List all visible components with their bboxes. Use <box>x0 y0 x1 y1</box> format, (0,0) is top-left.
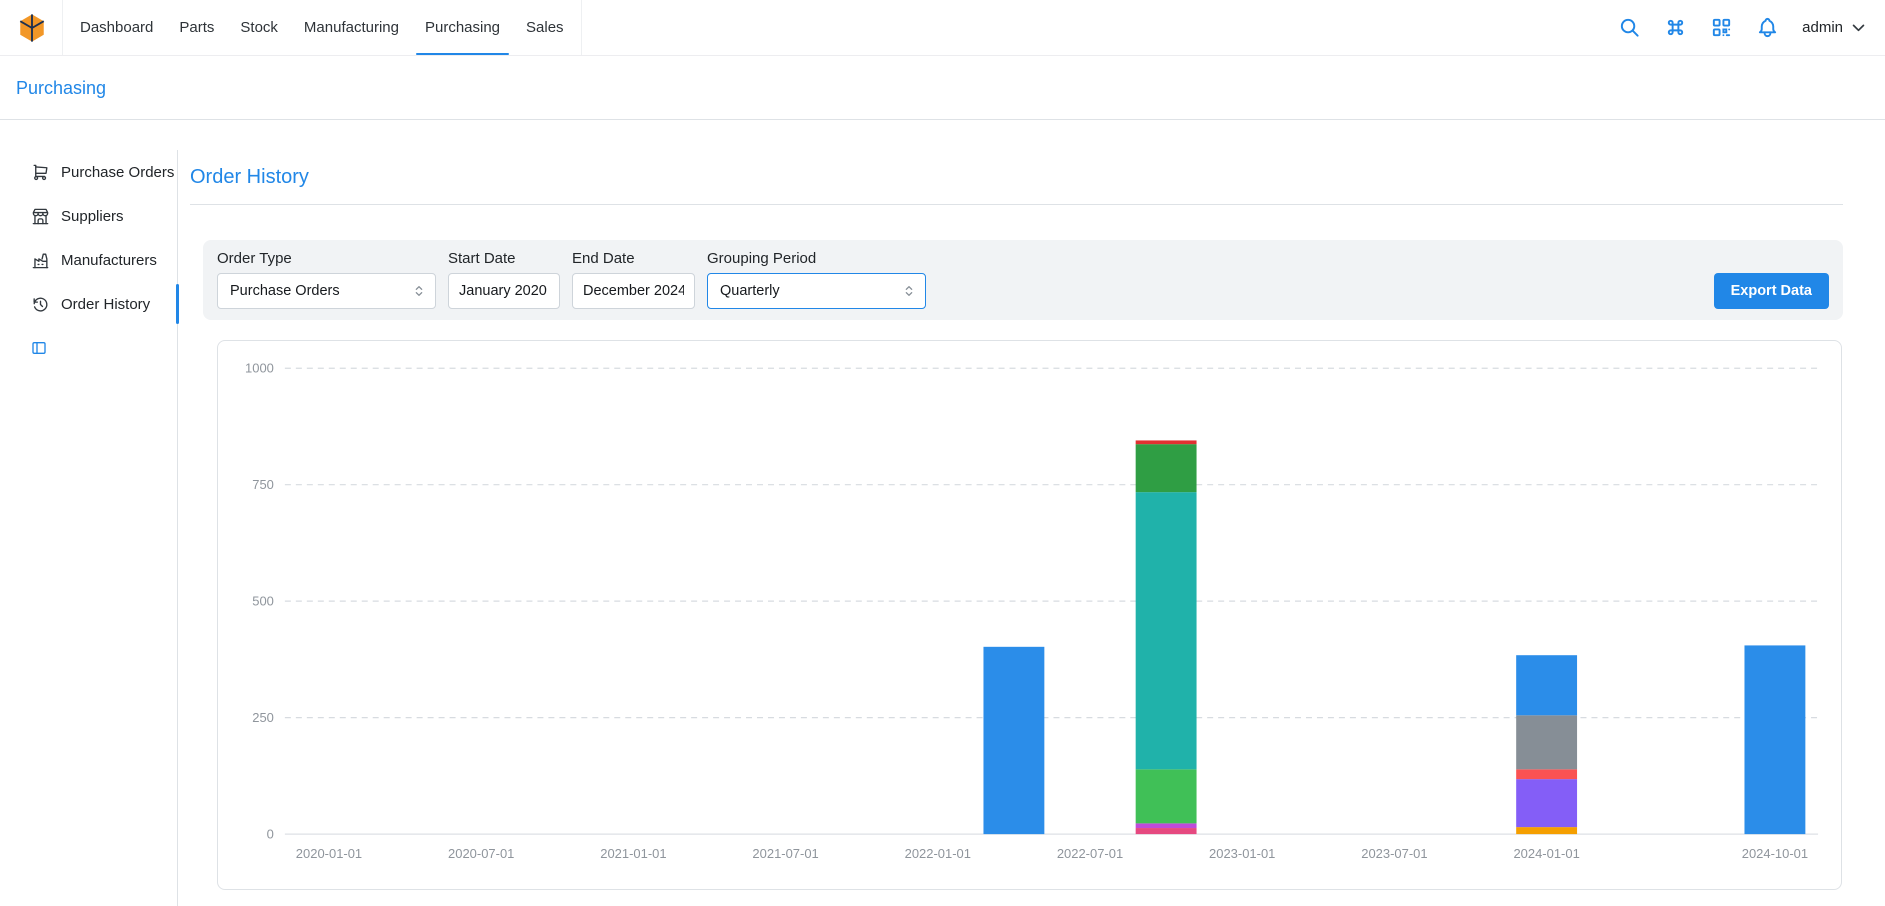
start-date-label: Start Date <box>448 250 560 267</box>
building-factory-icon <box>31 251 50 270</box>
history-clock-icon <box>31 295 50 314</box>
order-type-select[interactable]: Purchase Orders <box>217 273 436 309</box>
main-nav-tabs: Dashboard Parts Stock Manufacturing Purc… <box>62 0 582 55</box>
breadcrumb: Purchasing <box>0 57 1885 120</box>
chart-panel: 0 250 500 750 1000 2020-01-01 2020-07-01 2021-0… <box>217 340 1842 890</box>
purchasing-sidebar: Purchase Orders Suppliers Manufacturers … <box>0 150 178 906</box>
selector-updown-icon <box>411 283 427 299</box>
bar-segment[interactable] <box>1136 828 1197 834</box>
sidebar-item-manufacturers[interactable]: Manufacturers <box>0 238 177 282</box>
tab-purchasing[interactable]: Purchasing <box>412 0 513 55</box>
bar-segment[interactable] <box>1516 769 1577 779</box>
export-data-button[interactable]: Export Data <box>1714 273 1829 309</box>
grouping-period-label: Grouping Period <box>707 250 926 267</box>
shopping-cart-icon <box>31 163 50 182</box>
x-tick-label: 2023-01-01 <box>1209 846 1275 861</box>
grouping-period-select[interactable]: Quarterly <box>707 273 926 309</box>
y-tick-label: 1000 <box>245 361 274 376</box>
x-tick-label: 2022-01-01 <box>905 846 971 861</box>
bar-segment[interactable] <box>1516 655 1577 715</box>
sidebar-collapse-icon[interactable] <box>31 340 47 356</box>
grouping-period-value: Quarterly <box>720 283 780 299</box>
bar-segment[interactable] <box>1744 645 1805 834</box>
end-date-label: End Date <box>572 250 695 267</box>
tab-parts[interactable]: Parts <box>166 0 227 55</box>
x-tick-label: 2021-01-01 <box>600 846 666 861</box>
grouping-period-field: Grouping Period Quarterly <box>707 250 926 309</box>
app-logo-icon[interactable] <box>16 12 48 44</box>
top-navbar: Dashboard Parts Stock Manufacturing Purc… <box>0 0 1885 56</box>
start-date-field: Start Date <box>448 250 560 309</box>
end-date-input[interactable] <box>572 273 695 309</box>
order-history-chart[interactable]: 0 250 500 750 1000 2020-01-01 2020-07-01 2021-0… <box>218 341 1841 889</box>
sidebar-item-label: Manufacturers <box>61 252 157 269</box>
order-type-label: Order Type <box>217 250 436 267</box>
end-date-field: End Date <box>572 250 695 309</box>
sidebar-item-purchase-orders[interactable]: Purchase Orders <box>0 150 177 194</box>
x-tick-label: 2022-07-01 <box>1057 846 1123 861</box>
order-type-value: Purchase Orders <box>230 283 340 299</box>
start-date-input[interactable] <box>448 273 560 309</box>
bar-segment[interactable] <box>1136 492 1197 769</box>
main-content: Order History Order Type Purchase Orders… <box>179 150 1885 906</box>
user-menu[interactable]: admin <box>1802 19 1867 36</box>
page-title: Order History <box>190 166 309 189</box>
y-tick-label: 250 <box>252 710 274 725</box>
navbar-actions: admin <box>1618 16 1885 39</box>
tab-stock[interactable]: Stock <box>227 0 291 55</box>
chevron-down-icon <box>1850 19 1867 36</box>
x-tick-label: 2024-10-01 <box>1742 846 1808 861</box>
search-icon[interactable] <box>1618 16 1641 39</box>
selector-updown-icon <box>901 283 917 299</box>
barcode-scan-icon[interactable] <box>1710 16 1733 39</box>
y-tick-label: 0 <box>267 827 274 842</box>
y-tick-label: 750 <box>252 477 274 492</box>
filter-panel: Order Type Purchase Orders Start Date En… <box>203 240 1843 320</box>
x-tick-label: 2020-01-01 <box>296 846 362 861</box>
bar-segment[interactable] <box>1136 440 1197 444</box>
bar-segment[interactable] <box>983 647 1044 834</box>
tab-sales[interactable]: Sales <box>513 0 577 55</box>
x-tick-label: 2020-07-01 <box>448 846 514 861</box>
bar-segment[interactable] <box>1516 779 1577 827</box>
y-tick-label: 500 <box>252 594 274 609</box>
sidebar-item-label: Order History <box>61 296 150 313</box>
notifications-bell-icon[interactable] <box>1756 16 1779 39</box>
command-palette-icon[interactable] <box>1664 16 1687 39</box>
user-name: admin <box>1802 19 1843 36</box>
x-tick-label: 2023-07-01 <box>1361 846 1427 861</box>
bar-segment[interactable] <box>1136 823 1197 828</box>
tab-dashboard[interactable]: Dashboard <box>67 0 166 55</box>
sidebar-item-order-history[interactable]: Order History <box>0 282 177 326</box>
bar-segment[interactable] <box>1516 715 1577 769</box>
breadcrumb-purchasing[interactable]: Purchasing <box>16 78 106 99</box>
x-tick-label: 2021-07-01 <box>752 846 818 861</box>
sidebar-item-label: Purchase Orders <box>61 164 174 181</box>
bar-segment[interactable] <box>1516 827 1577 834</box>
x-tick-label: 2024-01-01 <box>1513 846 1579 861</box>
sidebar-item-suppliers[interactable]: Suppliers <box>0 194 177 238</box>
order-type-field: Order Type Purchase Orders <box>217 250 436 309</box>
sidebar-item-label: Suppliers <box>61 208 124 225</box>
title-divider <box>190 204 1843 205</box>
bar-segment[interactable] <box>1136 444 1197 492</box>
building-store-icon <box>31 207 50 226</box>
bar-segment[interactable] <box>1136 769 1197 823</box>
tab-manufacturing[interactable]: Manufacturing <box>291 0 412 55</box>
